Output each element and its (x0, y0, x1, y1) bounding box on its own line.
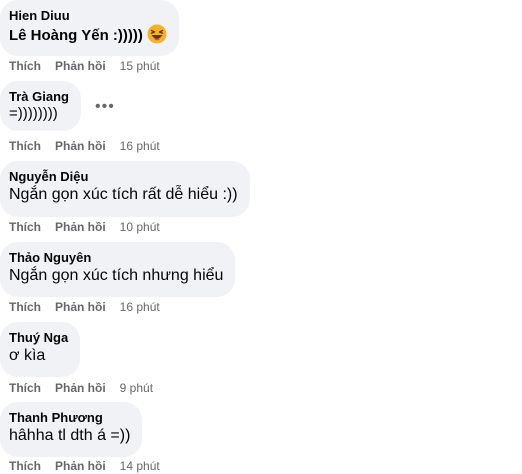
comment-timestamp[interactable]: 16 phút (120, 300, 160, 314)
mention-link[interactable]: Lê Hoàng Yến :))))) (9, 27, 143, 44)
comment-bubble: Nguyễn Diệu Ngắn gọn xúc tích rất dễ hiể… (0, 161, 250, 217)
comment-text: ơ kìa (9, 347, 46, 364)
comment-actions: Thích Phản hồi 15 phút (9, 58, 160, 74)
comment-item: Thuý Nga ơ kìa (0, 322, 81, 377)
like-button[interactable]: Thích (9, 59, 41, 73)
comment-timestamp[interactable]: 15 phút (120, 59, 160, 73)
comment-text: =)))))))) (9, 105, 58, 122)
comment-item: Hien Diuu Lê Hoàng Yến :))))) (0, 0, 179, 56)
comment-actions: Thích Phản hồi 16 phút (9, 299, 160, 315)
comment-bubble: Thuý Nga ơ kìa (0, 322, 81, 377)
comment-actions: Thích Phản hồi 9 phút (9, 380, 153, 396)
comment-text: Ngắn gọn xúc tích nhưng hiểu (9, 267, 224, 284)
comment-timestamp[interactable]: 10 phút (120, 220, 160, 234)
like-button[interactable]: Thích (9, 300, 41, 314)
reply-button[interactable]: Phản hồi (55, 300, 106, 314)
reply-button[interactable]: Phản hồi (55, 59, 106, 73)
comment-actions: Thích Phản hồi 14 phút (9, 458, 160, 474)
comment-bubble: Thảo Nguyên Ngắn gọn xúc tích nhưng hiểu (0, 242, 236, 297)
laughing-emoji-icon (147, 24, 167, 44)
comment-item: Nguyễn Diệu Ngắn gọn xúc tích rất dễ hiể… (0, 161, 250, 217)
like-button[interactable]: Thích (9, 459, 41, 473)
like-button[interactable]: Thích (9, 139, 41, 153)
comment-text: Ngắn gọn xúc tích rất dễ hiểu :)) (9, 186, 238, 203)
comment-timestamp[interactable]: 9 phút (120, 381, 153, 395)
comment-author[interactable]: Trà Giang (9, 88, 69, 105)
more-options-icon[interactable]: ••• (95, 99, 115, 115)
comment-text: hâhha tl dth á =)) (9, 427, 131, 444)
comment-item: Thanh Phương hâhha tl dth á =)) (0, 402, 143, 457)
reply-button[interactable]: Phản hồi (55, 220, 106, 234)
comment-actions: Thích Phản hồi 10 phút (9, 219, 160, 235)
like-button[interactable]: Thích (9, 381, 41, 395)
comment-actions: Thích Phản hồi 16 phút (9, 138, 160, 154)
comment-author[interactable]: Thanh Phương (9, 409, 130, 426)
comment-bubble: Hien Diuu Lê Hoàng Yến :))))) (0, 0, 179, 56)
comment-timestamp[interactable]: 16 phút (120, 139, 160, 153)
comment-bubble: Thanh Phương hâhha tl dth á =)) (0, 402, 143, 457)
comment-author[interactable]: Thuý Nga (9, 329, 68, 346)
reply-button[interactable]: Phản hồi (55, 459, 106, 473)
reply-button[interactable]: Phản hồi (55, 381, 106, 395)
like-button[interactable]: Thích (9, 220, 41, 234)
comment-text: Lê Hoàng Yến :))))) (9, 24, 167, 46)
comment-author[interactable]: Hien Diuu (9, 7, 167, 24)
comment-item: Trà Giang =)))))))) (0, 81, 81, 131)
comment-timestamp[interactable]: 14 phút (120, 459, 160, 473)
comment-thread: { "comments": [ { "author": "Hien Diuu",… (0, 0, 522, 473)
comment-author[interactable]: Thảo Nguyên (9, 249, 223, 266)
comment-bubble: Trà Giang =)))))))) (0, 81, 81, 131)
comment-author[interactable]: Nguyễn Diệu (9, 168, 238, 185)
reply-button[interactable]: Phản hồi (55, 139, 106, 153)
comment-item: Thảo Nguyên Ngắn gọn xúc tích nhưng hiểu (0, 242, 236, 297)
